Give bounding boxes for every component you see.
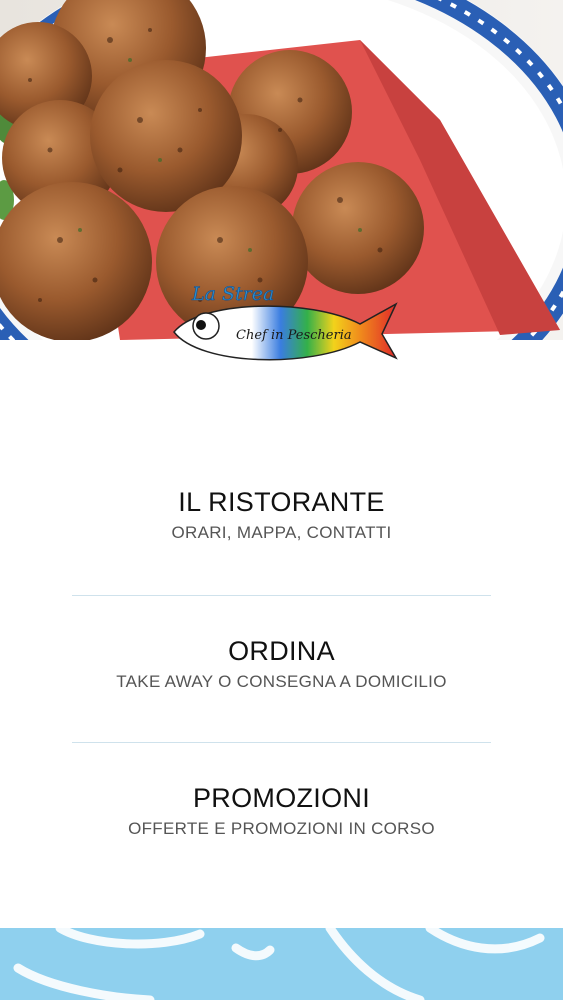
menu-item-subtitle: ORARI, MAPPA, CONTATTI bbox=[171, 523, 392, 542]
logo-script-text: La Strea bbox=[191, 283, 274, 305]
menu-divider bbox=[72, 742, 491, 743]
menu-item-title: IL RISTORANTE bbox=[178, 487, 385, 517]
logo-fish-text: Chef in Pescheria bbox=[236, 328, 352, 343]
menu-item-ordina[interactable]: ORDINA TAKE AWAY O CONSEGNA A DOMICILIO bbox=[0, 635, 563, 693]
menu-item-ristorante[interactable]: IL RISTORANTE ORARI, MAPPA, CONTATTI bbox=[0, 486, 563, 544]
menu-item-subtitle: OFFERTE E PROMOZIONI IN CORSO bbox=[128, 819, 435, 838]
footer-decoration bbox=[0, 928, 563, 1000]
restaurant-logo: La Strea Chef in Pescheria bbox=[170, 282, 400, 364]
menu-item-title: ORDINA bbox=[228, 636, 335, 666]
menu-item-promozioni[interactable]: PROMOZIONI OFFERTE E PROMOZIONI IN CORSO bbox=[0, 782, 563, 840]
menu-item-subtitle: TAKE AWAY O CONSEGNA A DOMICILIO bbox=[116, 672, 447, 691]
menu-divider bbox=[72, 595, 491, 596]
menu-item-title: PROMOZIONI bbox=[193, 783, 370, 813]
